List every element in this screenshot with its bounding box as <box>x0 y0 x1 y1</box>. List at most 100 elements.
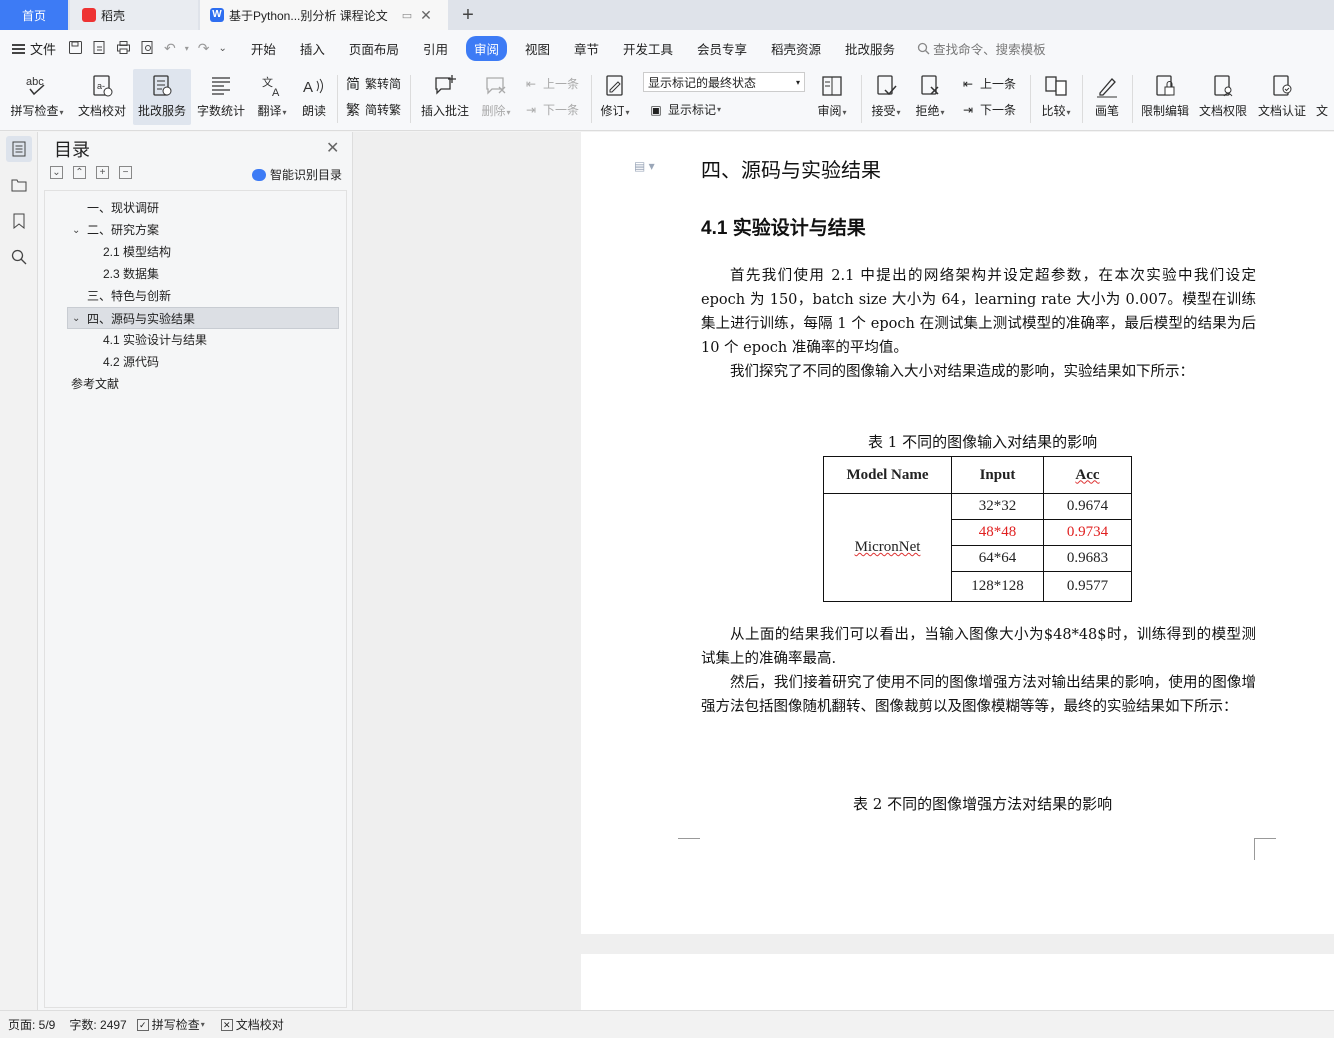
collapse-arrow-icon[interactable]: ⌄ <box>72 225 80 236</box>
accept-label: 接受 <box>871 104 896 118</box>
toc-item[interactable]: 参考文献 <box>71 373 337 395</box>
undo-icon[interactable]: ↶ <box>164 40 176 57</box>
next-document-page[interactable] <box>581 954 1334 1014</box>
restrict-editing-button[interactable]: 限制编辑 <box>1138 69 1192 125</box>
next-change-icon: ⇥ <box>962 102 974 117</box>
toc-nav-icon[interactable] <box>6 136 32 162</box>
file-menu-button[interactable]: 文件 <box>12 39 56 58</box>
accept-icon <box>873 73 899 99</box>
status-proofread[interactable]: ✕ 文档校对 <box>220 1016 284 1033</box>
review-pane-button[interactable]: 审阅▾ <box>812 69 852 125</box>
save-icon[interactable] <box>68 40 83 58</box>
menu-tab-review-service[interactable]: 批改服务 <box>833 39 907 58</box>
word-count-icon <box>208 73 234 99</box>
float-window-icon[interactable]: ▭ <box>402 9 412 22</box>
word-count-button[interactable]: 字数统计 <box>194 69 248 125</box>
redo-icon[interactable]: ↷ <box>198 40 210 57</box>
acc-cell-highlight: 0.9734 <box>1043 519 1132 546</box>
prev-comment-label: 上一条 <box>543 77 580 91</box>
read-aloud-button[interactable]: A 朗读 <box>296 69 332 125</box>
export-pdf-icon[interactable] <box>92 40 107 58</box>
doc-certify-label: 文档认证 <box>1257 104 1306 118</box>
toc-item[interactable]: 三、特色与创新 <box>87 285 337 307</box>
delete-comment-button[interactable]: 删除▾ <box>476 69 516 125</box>
toc-item[interactable]: 4.1 实验设计与结果 <box>103 329 337 351</box>
menu-tab-developer[interactable]: 开发工具 <box>611 39 685 58</box>
pen-button[interactable]: 画笔 <box>1088 69 1126 125</box>
collapse-arrow-icon[interactable]: ⌄ <box>72 313 80 324</box>
menu-tab-member[interactable]: 会员专享 <box>685 39 759 58</box>
title-tab-bar: 首页 稻壳 W 基于Python...别分析 课程论文 ▭ ✕ + <box>0 0 1334 30</box>
smart-toc-button[interactable]: 智能识别目录 <box>252 166 342 183</box>
doc-permission-button[interactable]: 文档权限 <box>1196 69 1250 125</box>
menu-tab-insert[interactable]: 插入 <box>288 39 337 58</box>
undo-dropdown-icon[interactable]: ▾ <box>185 44 189 53</box>
toc-item[interactable]: 二、研究方案 <box>87 219 337 241</box>
spell-check-button[interactable]: abc 拼写检查▾ <box>6 69 68 125</box>
doc-certify-button[interactable]: 文档认证 <box>1254 69 1310 125</box>
menu-tab-review[interactable]: 审阅 <box>465 36 507 61</box>
more-ribbon-button[interactable]: 文 <box>1316 69 1334 125</box>
find-icon[interactable] <box>6 244 32 270</box>
simp-to-trad-button[interactable]: 繁 简转繁 <box>345 101 401 118</box>
menu-tab-chapter[interactable]: 章节 <box>562 39 611 58</box>
command-search[interactable]: 查找命令、搜索模板 <box>917 39 1046 58</box>
model-name: MicronNet <box>854 539 921 555</box>
toc-panel: 目录 ✕ ⌄ ⌃ + − 智能识别目录 一、现状调研 ⌄ 二、研究方案 2.1 … <box>38 132 353 1010</box>
doc-proofread-button[interactable]: a- 文档校对 <box>72 69 132 125</box>
show-markup-button[interactable]: ▣ 显示标记 ▾ <box>648 101 721 118</box>
compare-button[interactable]: 比较▾ <box>1036 69 1076 125</box>
bookmark-icon[interactable] <box>6 208 32 234</box>
page-indicator[interactable]: 页面: 5/9 <box>8 1016 55 1033</box>
paragraph-menu-icon[interactable]: ▤ ▾ <box>634 159 655 173</box>
next-comment-icon: ⇥ <box>525 102 537 117</box>
toc-item-selected[interactable]: 四、源码与实验结果 <box>67 307 339 329</box>
print-preview-icon[interactable] <box>140 40 155 58</box>
tab-home[interactable]: 首页 <box>0 0 68 30</box>
prev-comment-button[interactable]: ⇤ 上一条 <box>523 75 579 92</box>
trad-to-simp-button[interactable]: 简 繁转简 <box>345 75 401 92</box>
prev-change-button[interactable]: ⇤ 上一条 <box>960 75 1016 92</box>
menu-tab-view[interactable]: 视图 <box>513 39 562 58</box>
toc-list: 一、现状调研 ⌄ 二、研究方案 2.1 模型结构 2.3 数据集 三、特色与创新… <box>44 190 347 1008</box>
review-service-button[interactable]: 批改服务 <box>133 69 191 125</box>
translate-button[interactable]: 文A 翻译▾ <box>252 69 292 125</box>
delete-comment-label: 删除 <box>481 104 506 118</box>
status-spell-check[interactable]: ✓ 拼写检查 ▾ <box>136 1016 205 1033</box>
section-heading: 四、源码与实验结果 <box>701 158 881 182</box>
menu-tab-layout[interactable]: 页面布局 <box>337 39 411 58</box>
next-comment-button[interactable]: ⇥ 下一条 <box>523 101 579 118</box>
menu-tab-references[interactable]: 引用 <box>411 39 460 58</box>
reject-button[interactable]: 拒绝▾ <box>910 69 950 125</box>
print-icon[interactable] <box>116 40 131 58</box>
expand-all-icon[interactable]: ⌄ <box>50 166 63 179</box>
table-caption: 表 1 不同的图像输入对结果的影响 <box>868 433 1098 451</box>
close-tab-icon[interactable]: ✕ <box>420 7 432 24</box>
toc-item[interactable]: 4.2 源代码 <box>103 351 337 373</box>
menu-tab-daoke-resources[interactable]: 稻壳资源 <box>759 39 833 58</box>
collapse-all-icon[interactable]: ⌃ <box>73 166 86 179</box>
close-icon[interactable]: ✕ <box>326 138 339 158</box>
word-count-indicator[interactable]: 字数: 2497 <box>69 1016 126 1033</box>
toc-item[interactable]: 一、现状调研 <box>87 197 337 219</box>
toc-item[interactable]: 2.3 数据集 <box>103 263 337 285</box>
tab-document[interactable]: W 基于Python...别分析 课程论文 ▭ ✕ <box>200 0 448 30</box>
menu-tab-start[interactable]: 开始 <box>239 39 288 58</box>
document-page[interactable]: ▤ ▾ 四、源码与实验结果 4.1 实验设计与结果 首先我们使用 2.1 中提出… <box>581 132 1334 934</box>
proofread-status-icon: ✕ <box>220 1018 233 1031</box>
insert-comment-button[interactable]: 插入批注 <box>418 69 472 125</box>
svg-text:a-: a- <box>97 81 105 91</box>
writer-logo-icon: W <box>210 8 224 22</box>
tab-daoke[interactable]: 稻壳 <box>70 0 198 30</box>
customize-toolbar-icon[interactable]: ⌄ <box>219 43 227 54</box>
markup-state-select[interactable]: 显示标记的最终状态 ▾ <box>643 72 805 92</box>
chapter-nav-icon[interactable] <box>6 172 32 198</box>
next-change-button[interactable]: ⇥ 下一条 <box>960 101 1016 118</box>
new-tab-button[interactable]: + <box>458 0 478 30</box>
remove-heading-icon[interactable]: − <box>119 166 132 179</box>
toc-item[interactable]: 2.1 模型结构 <box>103 241 337 263</box>
track-changes-button[interactable]: 修订▾ <box>596 69 634 125</box>
status-proofread-label: 文档校对 <box>235 1018 284 1032</box>
add-heading-icon[interactable]: + <box>96 166 109 179</box>
accept-button[interactable]: 接受▾ <box>866 69 906 125</box>
